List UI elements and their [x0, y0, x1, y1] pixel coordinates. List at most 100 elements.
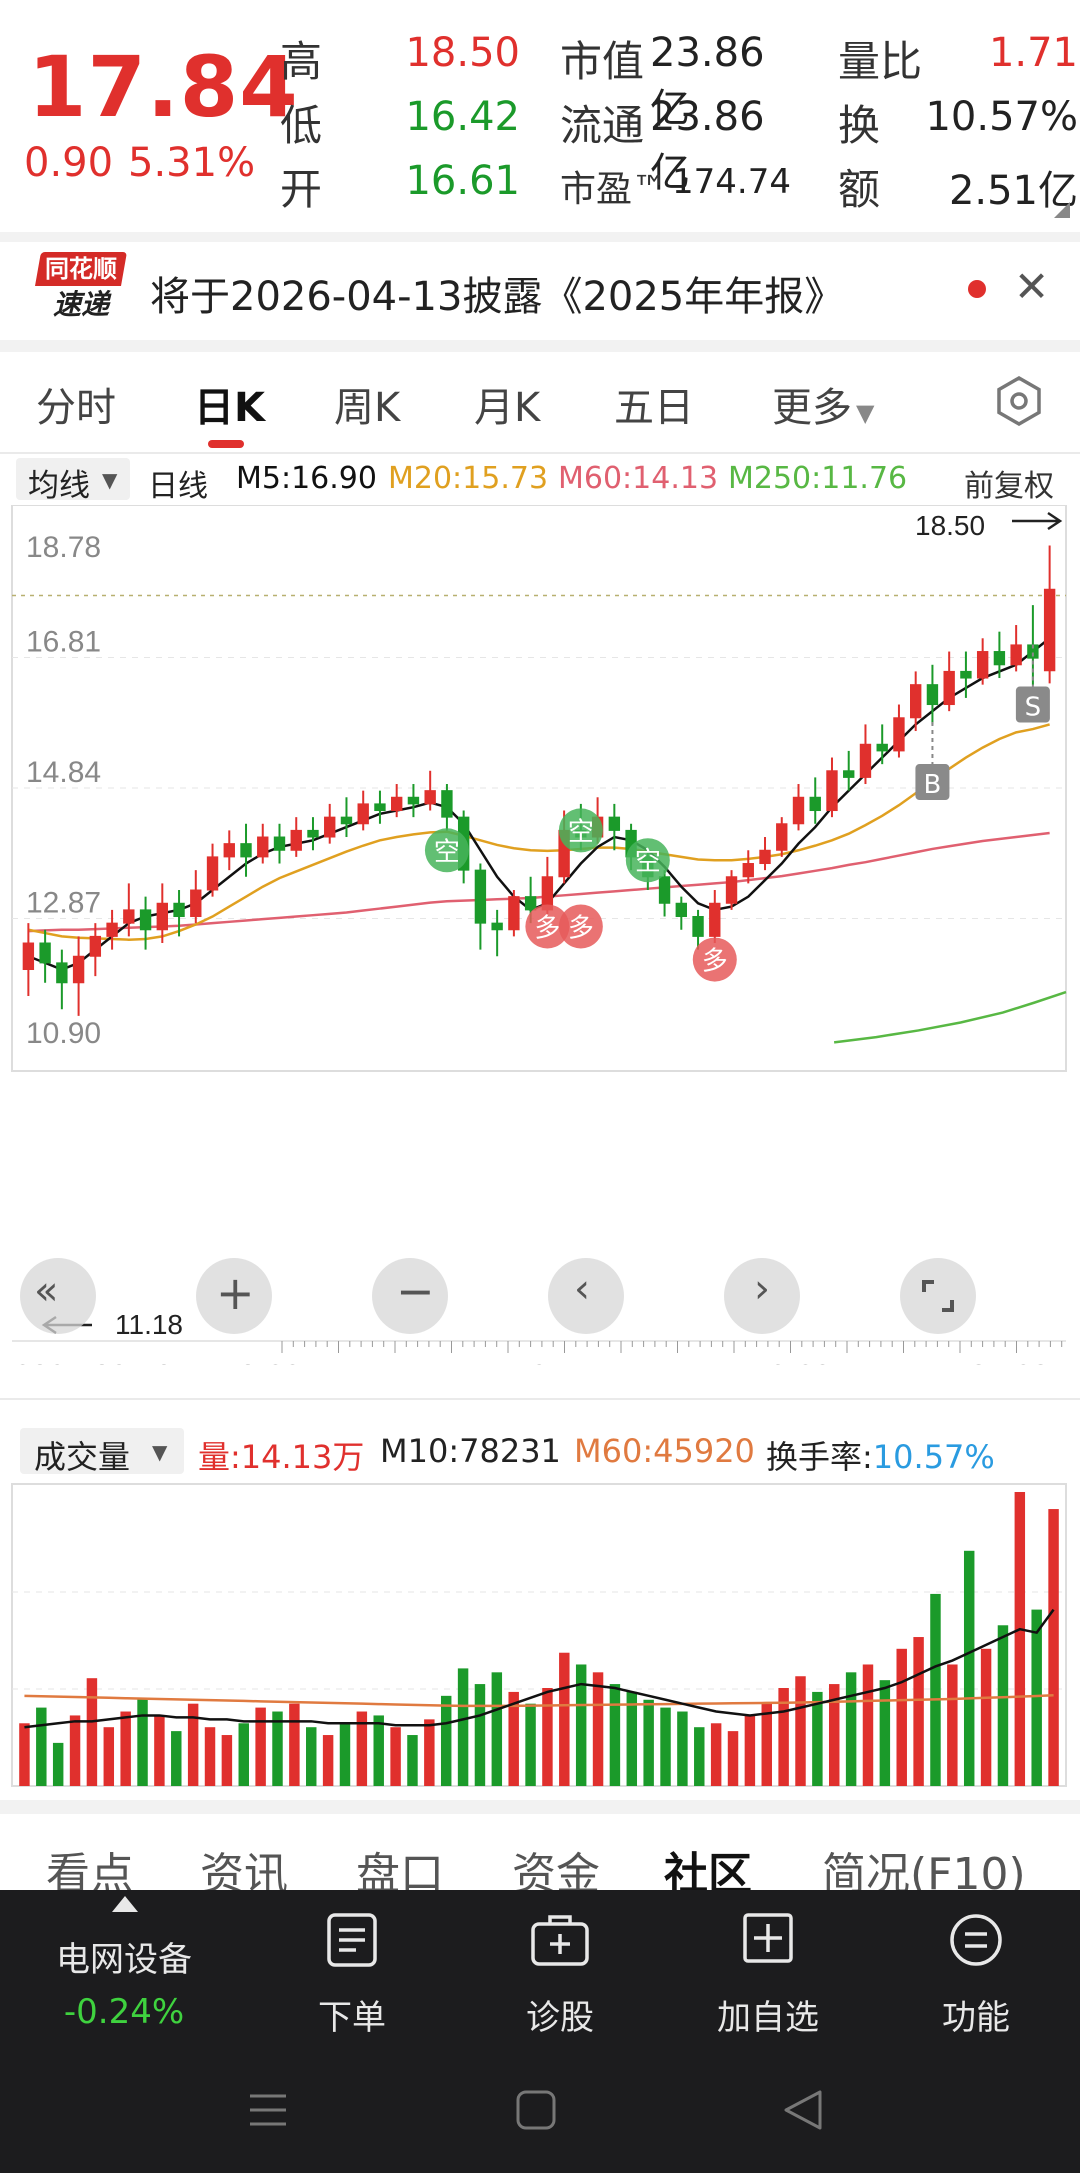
candle-body — [776, 823, 788, 851]
candle-body — [675, 902, 687, 918]
home-icon[interactable] — [514, 2088, 558, 2132]
candle-body — [190, 889, 202, 918]
ma5-value: M5:16.90 — [236, 461, 377, 496]
turnover-rate-label: 换手率:10.57% — [766, 1438, 995, 1476]
volume-bar — [795, 1676, 806, 1786]
tab-daily-k[interactable]: 日K — [194, 375, 265, 433]
diagnose-label[interactable]: 诊股 — [480, 1990, 640, 2039]
sector-name[interactable]: 电网设备 — [44, 1932, 204, 1981]
candle-body — [742, 863, 754, 878]
expand-corner-icon[interactable] — [1054, 202, 1070, 218]
candle-body — [156, 902, 168, 931]
volume-bar — [69, 1715, 81, 1786]
candle — [843, 750, 855, 791]
quote-value-high: 18.50 — [405, 30, 520, 76]
candle-body — [441, 790, 453, 818]
volume-bar — [744, 1715, 756, 1786]
volume-bar — [171, 1731, 182, 1786]
volume-bar — [407, 1735, 418, 1786]
ma-selector[interactable]: 均线 ▼ — [16, 458, 130, 504]
candle-body — [876, 743, 888, 752]
menu-button[interactable] — [896, 1912, 1056, 1972]
volume-bar — [154, 1715, 165, 1786]
candle — [709, 890, 721, 944]
price-change: 0.90 — [24, 140, 114, 186]
plus-icon: + — [216, 1266, 255, 1320]
candle — [876, 724, 888, 765]
candle-body — [993, 651, 1006, 666]
volume-bar — [963, 1550, 975, 1786]
chevron-left-icon: ‹ — [574, 1266, 590, 1312]
candle — [859, 724, 872, 785]
candle — [809, 777, 821, 824]
candle — [106, 909, 118, 950]
ma250-value: M250:11.76 — [728, 461, 908, 496]
volume-bar — [727, 1731, 739, 1786]
sector-change: -0.24% — [63, 1992, 185, 2032]
volume-bar — [322, 1735, 334, 1786]
candle-body — [709, 902, 721, 937]
x-tick-label: 01-30 — [970, 1358, 1049, 1365]
candle-body — [843, 770, 855, 778]
adjust-mode[interactable]: 前复权 — [964, 461, 1054, 505]
tab-five-day[interactable]: 五日 — [614, 375, 694, 433]
volume-bar — [525, 1703, 536, 1786]
candle-body — [424, 790, 436, 805]
quote-value-turnover: 10.57% — [925, 94, 1078, 140]
candle — [257, 823, 269, 864]
candle-body — [273, 836, 286, 851]
volume-bar — [187, 1703, 199, 1786]
recent-apps-icon[interactable] — [246, 2090, 290, 2130]
candle-body — [123, 909, 135, 924]
quote-value-low: 16.42 — [405, 94, 520, 140]
volume-bar — [491, 1672, 503, 1786]
candle — [72, 936, 85, 1016]
volume-m10: M10:78231 — [380, 1432, 561, 1470]
settings-hexagon-icon[interactable] — [994, 376, 1044, 426]
notice-banner[interactable]: 同花顺 速递 将于2026-04-13披露《2025年年报》 ✕ — [0, 244, 1080, 340]
candle — [190, 870, 202, 924]
volume-chart[interactable] — [0, 1480, 1080, 1792]
candle — [792, 784, 805, 831]
candle-body — [407, 796, 420, 805]
volume-bar — [980, 1648, 992, 1786]
menu-label[interactable]: 功能 — [896, 1990, 1056, 2039]
dropdown-arrow-icon: ▼ — [102, 468, 118, 492]
candle-body — [960, 670, 972, 679]
close-icon[interactable]: ✕ — [1014, 262, 1049, 311]
tab-intraday[interactable]: 分时 — [36, 375, 116, 433]
minus-icon: − — [396, 1264, 435, 1318]
order-label[interactable]: 下单 — [272, 1990, 432, 2039]
zoom-in-button[interactable]: + — [196, 1258, 272, 1334]
y-tick-label: 14.84 — [26, 756, 101, 789]
volume-bar — [424, 1719, 435, 1786]
candle — [223, 830, 235, 871]
volume-indicator-selector[interactable]: 成交量 ▼ — [20, 1428, 184, 1476]
scroll-right-button[interactable]: › — [724, 1258, 800, 1334]
zoom-out-button[interactable]: − — [372, 1258, 448, 1334]
arrow-right-icon — [1012, 511, 1063, 531]
tab-more[interactable]: 更多 ▼ — [772, 375, 874, 433]
add-watchlist-label[interactable]: 加自选 — [688, 1990, 848, 2039]
order-icon — [327, 1913, 377, 1967]
tab-weekly-k[interactable]: 周K — [334, 375, 400, 433]
scroll-to-start-button[interactable]: « — [20, 1258, 96, 1334]
diagnose-button[interactable] — [480, 1912, 640, 1972]
kline-chart[interactable]: 空空空多 多多BS18.5011.18 18.7816.8114.8412.871… — [0, 505, 1080, 1365]
fullscreen-button[interactable] — [900, 1258, 976, 1334]
candle — [340, 797, 353, 838]
buy-signal: 多 — [692, 937, 737, 982]
volume-frame — [11, 1483, 1067, 1787]
ma60-value: M60:14.13 — [558, 461, 719, 496]
candle — [240, 823, 252, 877]
scroll-left-button[interactable]: ‹ — [548, 1258, 624, 1334]
volume-bar — [238, 1723, 249, 1786]
add-watchlist-button[interactable] — [688, 1912, 848, 1972]
candle — [1010, 625, 1022, 672]
candle — [89, 923, 102, 977]
order-button[interactable] — [272, 1912, 432, 1972]
volume-bar — [272, 1711, 283, 1786]
candle-body — [257, 836, 269, 858]
back-icon[interactable] — [780, 2088, 824, 2132]
tab-monthly-k[interactable]: 月K — [474, 375, 540, 433]
